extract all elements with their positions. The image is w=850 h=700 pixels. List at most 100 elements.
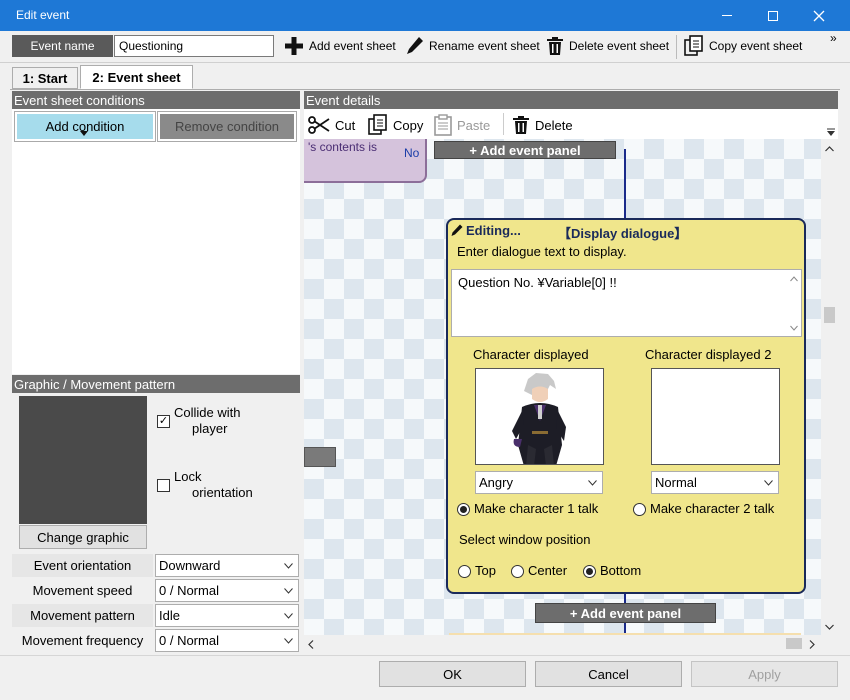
position-center-label: Center (528, 563, 568, 578)
scroll-up-icon[interactable] (790, 276, 798, 282)
delete-label: Delete (535, 117, 573, 133)
vertical-scrollbar[interactable] (821, 139, 838, 635)
ok-button[interactable]: OK (379, 661, 526, 687)
collide-checkbox[interactable]: ✓ (157, 415, 170, 428)
plus-icon (285, 37, 303, 55)
apply-label: Apply (748, 666, 781, 682)
collapse-icon[interactable] (827, 128, 835, 137)
position-center-radio[interactable] (511, 565, 524, 578)
character1-portrait[interactable] (475, 368, 604, 465)
display-dialogue-panel[interactable]: Editing... 【Display dialogue】 Enter dial… (446, 218, 806, 594)
tab-start[interactable]: 1: Start (12, 67, 78, 89)
toolbar-overflow-button[interactable]: » (830, 31, 837, 45)
lock-label-line2: orientation (192, 485, 253, 500)
talk-character1-radio[interactable] (457, 503, 470, 516)
copy-icon (368, 114, 387, 135)
change-graphic-label: Change graphic (37, 529, 129, 545)
talk-character2-radio[interactable] (633, 503, 646, 516)
rename-event-sheet-label: Rename event sheet (429, 39, 540, 53)
vertical-scroll-thumb[interactable] (824, 307, 835, 323)
branch-connector[interactable] (304, 447, 336, 467)
event-name-input[interactable] (114, 35, 274, 57)
add-condition-button[interactable]: Add condition (14, 111, 156, 142)
remove-condition-button[interactable]: Remove condition (157, 111, 297, 142)
cut-button[interactable]: Cut (308, 113, 355, 137)
horizontal-scroll-thumb[interactable] (786, 638, 802, 649)
footer-divider (0, 655, 850, 656)
delete-button[interactable]: Delete (512, 113, 573, 137)
trash-icon (547, 37, 563, 55)
scroll-up-icon[interactable] (825, 146, 834, 152)
remove-condition-label: Remove condition (174, 119, 280, 134)
minimize-button[interactable] (704, 0, 750, 31)
event-orientation-select[interactable]: Downward (155, 554, 299, 577)
lock-orientation-checkbox[interactable] (157, 479, 170, 492)
scissors-icon (308, 116, 330, 134)
character1-expression-select[interactable]: Angry (475, 471, 603, 494)
scroll-right-icon[interactable] (809, 640, 815, 649)
title-bar: Edit event (0, 0, 850, 31)
dialog-instruction: Enter dialogue text to display. (457, 244, 627, 259)
character2-portrait[interactable] (651, 368, 780, 465)
delete-event-sheet-button[interactable]: Delete event sheet (546, 34, 669, 58)
movement-pattern-label: Movement pattern (12, 604, 153, 627)
apply-button[interactable]: Apply (691, 661, 838, 687)
window-bottom-edge (0, 691, 850, 700)
event-name-label: Event name (12, 35, 113, 57)
scroll-left-icon[interactable] (308, 640, 314, 649)
cancel-button[interactable]: Cancel (535, 661, 682, 687)
toolbar: Event name Add event sheet Rename event … (0, 31, 850, 63)
conditions-header: Event sheet conditions (12, 91, 300, 109)
copy-button[interactable]: Copy (368, 113, 423, 137)
dialogue-textarea[interactable]: Question No. ¥Variable[0] !! (451, 269, 802, 337)
chevron-down-icon (284, 613, 293, 619)
position-bottom-radio[interactable] (583, 565, 596, 578)
conditions-list[interactable] (12, 109, 300, 374)
close-button[interactable] (796, 0, 842, 31)
collide-label-line1: Collide with (174, 405, 241, 420)
previous-event-panel[interactable]: 's contents is No (304, 139, 427, 183)
collide-label: Collide with player (174, 405, 240, 437)
talk-character1-label: Make character 1 talk (474, 501, 599, 516)
change-graphic-button[interactable]: Change graphic (19, 525, 147, 549)
rename-event-sheet-button[interactable]: Rename event sheet (406, 34, 540, 58)
dropdown-arrow-icon (80, 131, 88, 136)
flow-line (624, 149, 626, 219)
add-event-sheet-label: Add event sheet (309, 39, 396, 53)
movement-frequency-select[interactable]: 0 / Normal (155, 629, 299, 652)
scroll-down-icon[interactable] (825, 624, 834, 630)
horizontal-scrollbar[interactable] (304, 635, 821, 652)
character2-expression-value: Normal (655, 475, 697, 490)
character1-expression-value: Angry (479, 475, 513, 490)
character1-label: Character displayed (473, 347, 589, 362)
delete-event-sheet-label: Delete event sheet (569, 39, 670, 53)
movement-speed-value: 0 / Normal (159, 583, 219, 598)
details-toolbar-divider (503, 113, 504, 135)
movement-speed-select[interactable]: 0 / Normal (155, 579, 299, 602)
add-event-sheet-button[interactable]: Add event sheet (284, 34, 396, 58)
tab-event-sheet[interactable]: 2: Event sheet (80, 65, 193, 89)
copy-event-sheet-button[interactable]: Copy event sheet (684, 34, 802, 58)
clipboard-icon (434, 114, 452, 136)
window-position-label: Select window position (459, 532, 591, 547)
event-details-header: Event details (304, 91, 838, 109)
maximize-button[interactable] (750, 0, 796, 31)
character2-expression-select[interactable]: Normal (651, 471, 779, 494)
graphic-preview[interactable] (19, 396, 147, 524)
position-top-radio[interactable] (458, 565, 471, 578)
movement-pattern-select[interactable]: Idle (155, 604, 299, 627)
movement-frequency-label: Movement frequency (12, 629, 153, 652)
chevron-down-icon (764, 480, 773, 486)
previous-panel-text: 's contents is (308, 140, 377, 154)
scroll-down-icon[interactable] (790, 325, 798, 331)
cut-label: Cut (335, 117, 356, 133)
paste-button[interactable]: Paste (434, 113, 490, 137)
add-event-panel-button-top[interactable]: + Add event panel (434, 141, 616, 159)
copy-event-sheet-label: Copy event sheet (709, 39, 803, 53)
collide-label-line2: player (192, 421, 228, 436)
add-event-panel-button-bottom[interactable]: + Add event panel (535, 603, 716, 623)
cancel-label: Cancel (588, 666, 629, 682)
chevron-down-icon (284, 638, 293, 644)
lock-label-line1: Lock (174, 469, 202, 484)
position-bottom-label: Bottom (600, 563, 642, 578)
